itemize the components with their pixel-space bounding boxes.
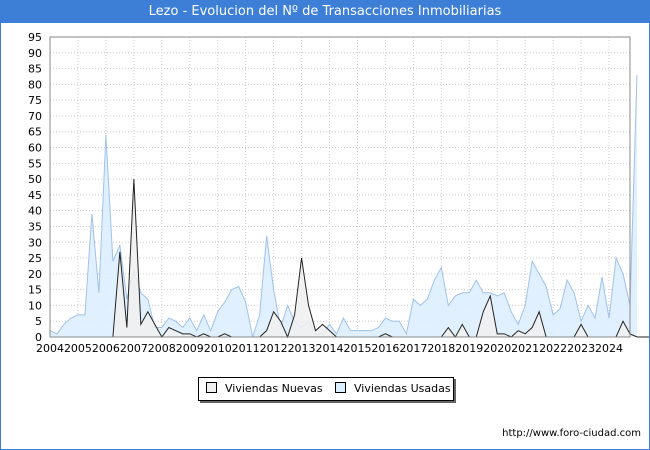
- x-tick-label: 2017: [399, 342, 427, 355]
- y-tick-label: 80: [28, 78, 42, 91]
- x-tick-label: 2006: [92, 342, 120, 355]
- y-tick-label: 85: [28, 63, 42, 76]
- x-tick-label: 2012: [260, 342, 288, 355]
- footer-source: http://www.foro-ciudad.com: [502, 428, 641, 439]
- y-tick-label: 65: [28, 126, 42, 139]
- y-tick-label: 75: [28, 94, 42, 107]
- y-tick-label: 5: [35, 315, 42, 328]
- y-tick-label: 95: [28, 31, 42, 44]
- x-tick-label: 2018: [427, 342, 455, 355]
- series-layer: [49, 74, 649, 339]
- y-tick-label: 55: [28, 157, 42, 170]
- y-tick-label: 40: [28, 205, 42, 218]
- y-tick-label: 15: [28, 284, 42, 297]
- legend-label-usadas: Viviendas Usadas: [354, 382, 451, 395]
- y-tick-label: 45: [28, 189, 42, 202]
- x-tick-label: 2004: [36, 342, 64, 355]
- series-area-nuevas-line: [50, 179, 649, 339]
- x-tick-label: 2020: [483, 342, 511, 355]
- x-tick-label: 2009: [176, 342, 204, 355]
- y-tick-label: 50: [28, 173, 42, 186]
- x-tick-label: 2016: [371, 342, 399, 355]
- y-tick-label: 10: [28, 299, 42, 312]
- x-tick-label: 2015: [343, 342, 371, 355]
- legend-swatch-usadas: [335, 382, 346, 393]
- chart-frame: Lezo - Evolucion del Nº de Transacciones…: [0, 0, 650, 450]
- x-tick-label: 2014: [316, 342, 344, 355]
- x-tick-label: 2011: [232, 342, 260, 355]
- y-tick-label: 70: [28, 110, 42, 123]
- x-tick-label: 2005: [64, 342, 92, 355]
- x-tick-label: 2024: [595, 342, 623, 355]
- y-tick-label: 60: [28, 142, 42, 155]
- x-tick-label: 2019: [455, 342, 483, 355]
- x-tick-label: 2013: [288, 342, 316, 355]
- x-tick-label: 2022: [539, 342, 567, 355]
- y-tick-label: 25: [28, 252, 42, 265]
- legend: Viviendas Nuevas Viviendas Usadas: [198, 377, 454, 401]
- legend-item-nuevas: Viviendas Nuevas: [206, 382, 323, 396]
- y-tick-label: 20: [28, 268, 42, 281]
- x-tick-label: 2007: [120, 342, 148, 355]
- legend-label-nuevas: Viviendas Nuevas: [225, 382, 323, 395]
- x-tick-label: 2021: [511, 342, 539, 355]
- legend-item-usadas: Viviendas Usadas: [335, 382, 451, 396]
- legend-swatch-nuevas: [206, 382, 217, 393]
- y-tick-label: 30: [28, 236, 42, 249]
- x-tick-label: 2023: [567, 342, 595, 355]
- y-tick-label: 35: [28, 220, 42, 233]
- y-tick-label: 90: [28, 47, 42, 60]
- x-tick-label: 2010: [204, 342, 232, 355]
- x-tick-label: 2008: [148, 342, 176, 355]
